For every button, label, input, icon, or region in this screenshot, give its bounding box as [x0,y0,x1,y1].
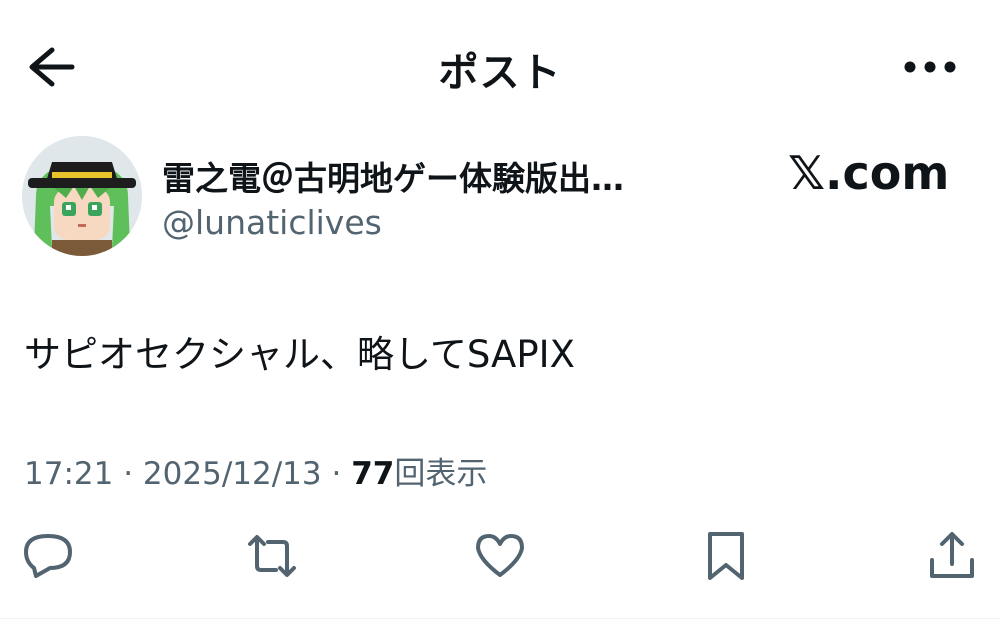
action-bar [0,520,1000,590]
repost-icon [248,535,296,577]
meta-separator: · [123,456,134,492]
reply-button[interactable] [20,528,76,584]
heart-icon [476,534,524,577]
reply-icon [24,534,72,578]
display-name[interactable]: 雷之電＠古明地ゲー体験版出… [162,152,624,200]
views-count: 77 [351,456,395,492]
avatar-image [22,136,142,256]
share-icon [930,532,974,578]
bookmark-button[interactable] [698,528,754,584]
source-watermark: 𝕏.com [788,146,950,200]
meta-separator: · [331,456,342,492]
back-button[interactable] [24,44,76,90]
like-button[interactable] [472,528,528,584]
divider [0,618,1000,619]
user-handle[interactable]: @lunaticlives [162,203,382,242]
author-section: 雷之電＠古明地ゲー体験版出… @lunaticlives 𝕏.com [20,136,980,260]
post-date[interactable]: 2025/12/13 [143,456,322,492]
page-title: ポスト [438,50,562,96]
bookmark-icon [708,532,744,580]
post-text: サピオセクシャル、略してSAPIX [24,333,575,376]
more-horizontal-icon [904,61,956,73]
avatar[interactable] [22,136,142,256]
top-bar: ポスト [0,0,1000,130]
more-options-button[interactable] [898,50,962,84]
post-meta: 17:21 · 2025/12/13 · 77回表示 [24,448,487,493]
repost-button[interactable] [244,528,300,584]
arrow-left-icon [29,47,75,87]
views-label: 回表示 [394,456,488,492]
post-time[interactable]: 17:21 [24,456,113,492]
share-button[interactable] [924,528,980,584]
